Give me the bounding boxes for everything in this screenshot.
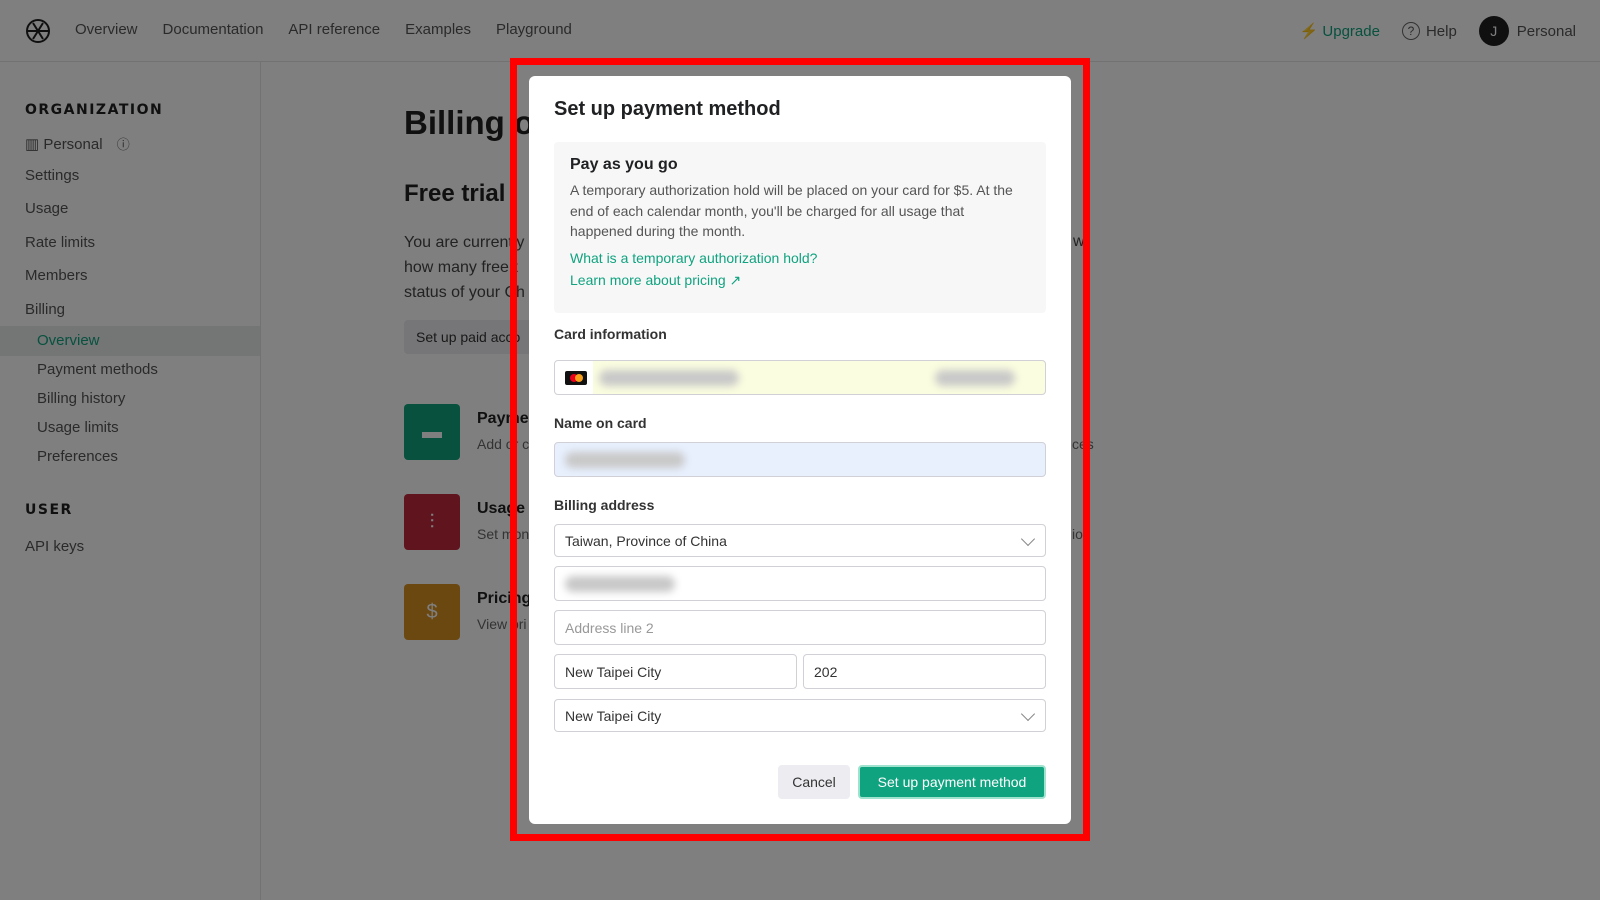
name-label: Name on card xyxy=(554,415,647,431)
country-select[interactable]: Taiwan, Province of China xyxy=(554,524,1046,557)
address-line1-input[interactable] xyxy=(554,566,1046,601)
setup-payment-method-button[interactable]: Set up payment method xyxy=(858,765,1046,799)
pricing-link-label: Learn more about pricing xyxy=(570,271,726,288)
address-line2-input[interactable]: Address line 2 xyxy=(554,610,1046,645)
chevron-down-icon xyxy=(1020,706,1036,722)
redacted-name xyxy=(565,451,685,468)
state-value: New Taipei City xyxy=(565,707,662,724)
card-info-label: Card information xyxy=(554,326,667,342)
pay-as-you-go-info: Pay as you go A temporary authorization … xyxy=(554,142,1046,313)
cancel-button[interactable]: Cancel xyxy=(778,765,850,799)
postal-code-input[interactable]: 202 xyxy=(803,654,1046,689)
card-number-input[interactable] xyxy=(554,360,1046,395)
country-value: Taiwan, Province of China xyxy=(565,532,727,549)
chevron-down-icon xyxy=(1020,531,1036,547)
city-input[interactable]: New Taipei City xyxy=(554,654,797,689)
redacted-address xyxy=(565,575,675,592)
modal-title: Set up payment method xyxy=(554,98,781,120)
redacted-expiry xyxy=(935,369,1015,386)
external-link-icon: ↗ xyxy=(729,271,742,288)
pricing-link[interactable]: Learn more about pricing ↗ xyxy=(570,272,1030,289)
billing-address-label: Billing address xyxy=(554,497,655,513)
payment-method-modal: Set up payment method Pay as you go A te… xyxy=(529,76,1071,824)
authorization-hold-link[interactable]: What is a temporary authorization hold? xyxy=(570,250,1030,266)
info-text: A temporary authorization hold will be p… xyxy=(570,182,1013,239)
mastercard-icon xyxy=(565,370,587,385)
redacted-card-number xyxy=(599,369,739,386)
info-title: Pay as you go xyxy=(570,156,678,173)
state-select[interactable]: New Taipei City xyxy=(554,699,1046,732)
name-on-card-input[interactable] xyxy=(554,442,1046,477)
